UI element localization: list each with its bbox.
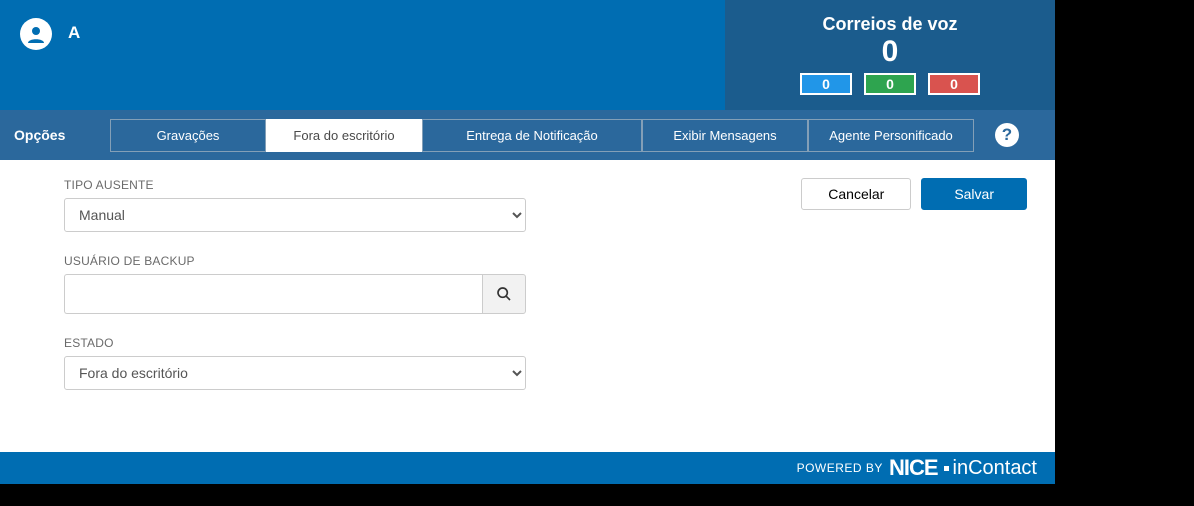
action-buttons: Cancelar Salvar (801, 178, 1027, 210)
tabs-container: Gravações Fora do escritório Entrega de … (110, 119, 974, 152)
cancel-button[interactable]: Cancelar (801, 178, 911, 210)
counter-red[interactable]: 0 (928, 73, 980, 95)
form-group-absence-type: TIPO AUSENTE Manual (64, 178, 526, 232)
form-group-backup-user: USUÁRIO DE BACKUP (64, 254, 526, 314)
voicemail-panel: Correios de voz 0 0 0 0 (725, 0, 1055, 110)
voicemail-title: Correios de voz (822, 14, 957, 35)
counter-blue[interactable]: 0 (800, 73, 852, 95)
nav-bar: Opções Gravações Fora do escritório Entr… (0, 110, 1055, 160)
backup-user-label: USUÁRIO DE BACKUP (64, 254, 526, 268)
user-icon (24, 22, 48, 46)
footer-brand-incontact: inContact (953, 457, 1038, 480)
footer-dot-icon (944, 466, 949, 471)
tab-show-messages[interactable]: Exibir Mensagens (642, 119, 808, 152)
backup-user-input-group (64, 274, 526, 314)
counter-row: 0 0 0 (800, 73, 980, 95)
content-area: Cancelar Salvar TIPO AUSENTE Manual USUÁ… (0, 160, 1055, 452)
voicemail-count: 0 (882, 35, 899, 69)
help-icon[interactable]: ? (995, 123, 1019, 147)
user-initial: A (68, 23, 80, 43)
search-icon (496, 286, 512, 302)
state-select[interactable]: Fora do escritório (64, 356, 526, 390)
avatar[interactable] (20, 18, 52, 50)
counter-green[interactable]: 0 (864, 73, 916, 95)
header-left: A (0, 0, 725, 110)
backup-user-input[interactable] (64, 274, 482, 314)
tab-out-of-office[interactable]: Fora do escritório (266, 119, 422, 152)
save-button[interactable]: Salvar (921, 178, 1027, 210)
tab-notification-delivery[interactable]: Entrega de Notificação (422, 119, 642, 152)
footer-powered-by: POWERED BY (797, 461, 883, 475)
absence-type-label: TIPO AUSENTE (64, 178, 526, 192)
state-label: ESTADO (64, 336, 526, 350)
header: A Correios de voz 0 0 0 0 (0, 0, 1055, 110)
tab-recordings[interactable]: Gravações (110, 119, 266, 152)
backup-user-search-button[interactable] (482, 274, 526, 314)
form-group-state: ESTADO Fora do escritório (64, 336, 526, 390)
footer-brand-nice: NICE (889, 455, 938, 481)
absence-type-select[interactable]: Manual (64, 198, 526, 232)
tab-impersonated-agent[interactable]: Agente Personificado (808, 119, 974, 152)
nav-label: Opções (14, 127, 110, 143)
footer: POWERED BY NICE inContact (0, 452, 1055, 484)
app-container: A Correios de voz 0 0 0 0 Opções Gravaçõ… (0, 0, 1055, 484)
